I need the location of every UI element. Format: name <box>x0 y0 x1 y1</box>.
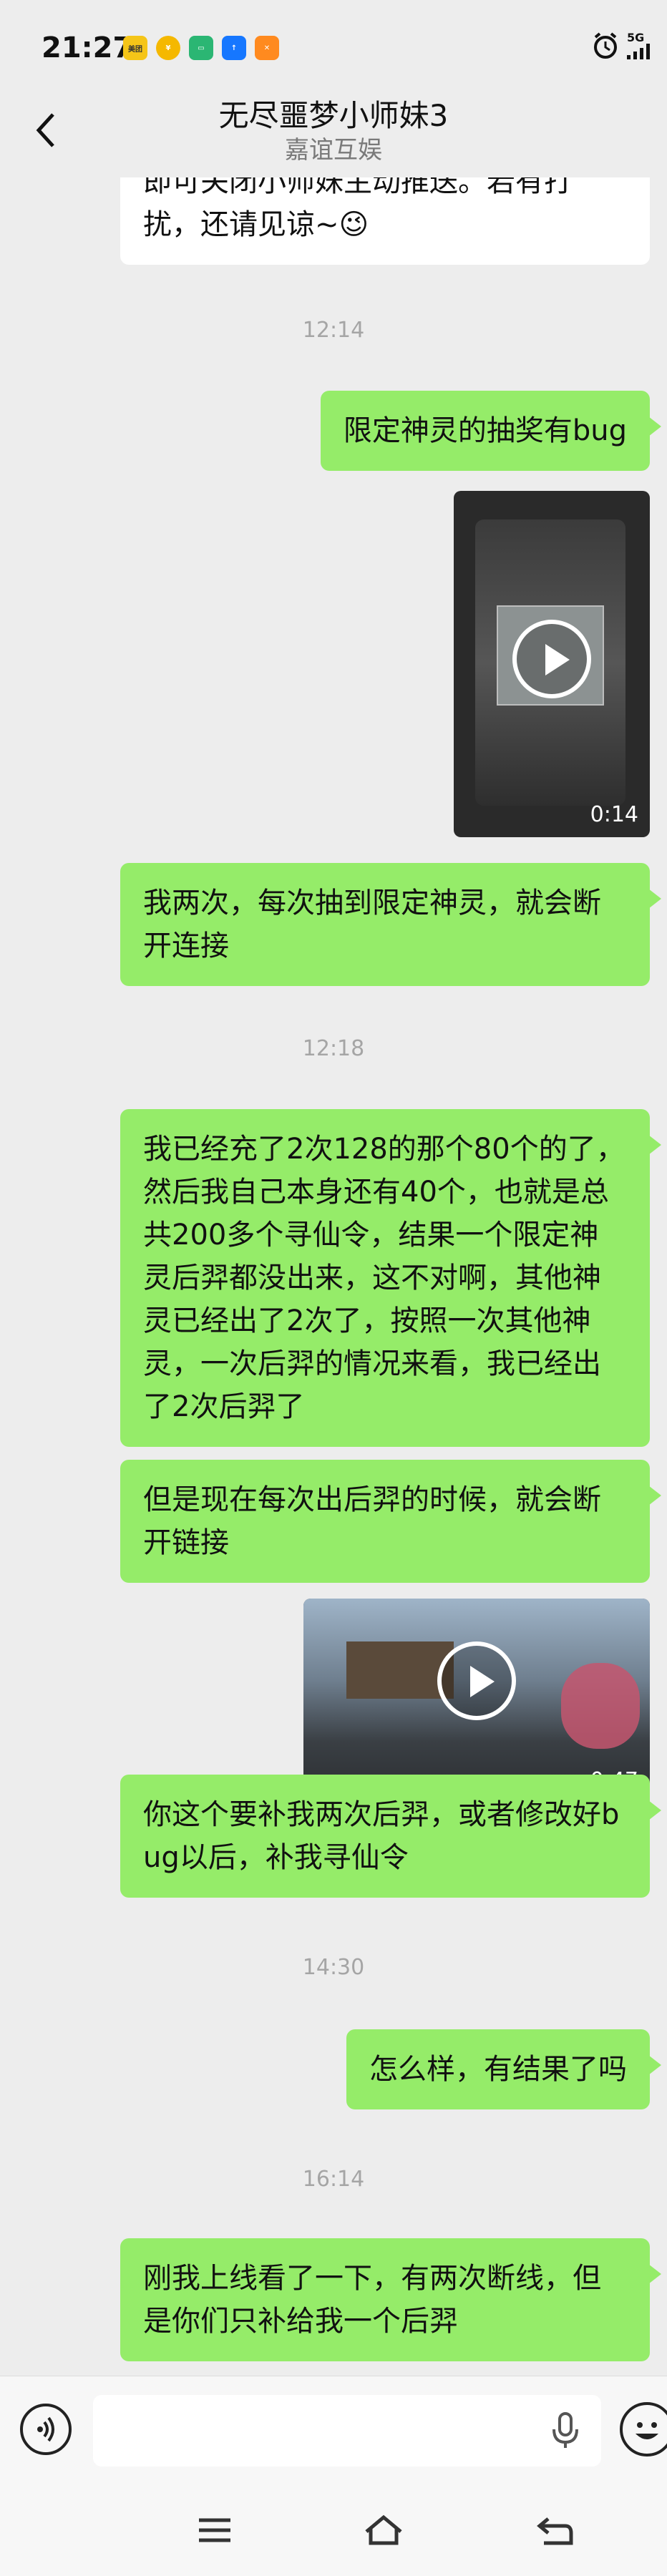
video-duration: 0:14 <box>590 802 638 827</box>
video-thumbnail-tree <box>561 1663 640 1749</box>
message-timestamp: 12:18 <box>302 1036 365 1061</box>
message-timestamp: 14:30 <box>302 1955 365 1980</box>
message-timestamp: 12:14 <box>302 318 365 343</box>
message-text: 你这个要补我两次后羿，或者修改好bug以后，补我寻仙令 <box>143 1798 620 1874</box>
message-list[interactable]: 即可关闭小师妹主动推送。若有打扰，还请见谅~😉 12:14 限定神灵的抽奖有bu… <box>0 177 667 2376</box>
upload-icon: ↑ <box>222 36 246 60</box>
play-icon[interactable] <box>437 1641 516 1720</box>
video-message[interactable]: 0:14 <box>454 491 650 837</box>
message-text: 怎么样，有结果了吗 <box>369 2053 627 2086</box>
menu-icon[interactable] <box>193 2512 236 2549</box>
emoji-button[interactable] <box>620 2402 667 2457</box>
message-bubble-outgoing[interactable]: 我已经充了2次128的那个80个的了，然后我自己本身还有40个，也就是总共200… <box>120 1109 661 1447</box>
message-text: 但是现在每次出后羿的时候，就会断开链接 <box>143 1483 601 1559</box>
status-bar: 21:27 美团 ¥ ▭ ↑ ✕ 5G <box>0 0 667 93</box>
microphone-icon[interactable] <box>551 2412 580 2449</box>
video-message[interactable]: 0:47 <box>303 1599 650 1803</box>
back-nav-icon[interactable] <box>534 2512 577 2549</box>
signal-indicator: 5G <box>627 32 653 59</box>
chat-subtitle: 嘉谊互娱 <box>285 136 382 165</box>
play-icon[interactable] <box>512 620 591 698</box>
message-text: 我两次，每次抽到限定神灵，就会断开连接 <box>143 887 601 962</box>
wallet-icon: ▭ <box>189 36 213 60</box>
chat-title: 无尽噩梦小师妹3 <box>218 98 449 133</box>
home-icon[interactable] <box>362 2512 405 2549</box>
signal-icon <box>627 44 650 59</box>
message-bubble-incoming[interactable]: 即可关闭小师妹主动推送。若有打扰，还请见谅~😉 <box>120 177 650 265</box>
message-timestamp: 16:14 <box>302 2167 365 2192</box>
status-right: 5G <box>591 31 653 60</box>
system-navigation-bar <box>0 2483 667 2576</box>
meituan-icon: 美团 <box>123 36 147 60</box>
tools-icon: ✕ <box>255 36 279 60</box>
alarm-icon <box>594 32 617 59</box>
voice-icon <box>37 2416 54 2442</box>
message-text: 我已经充了2次128的那个80个的了，然后我自己本身还有40个，也就是总共200… <box>143 1133 625 1423</box>
input-bar <box>0 2376 667 2483</box>
message-bubble-outgoing[interactable]: 我两次，每次抽到限定神灵，就会断开连接 <box>120 863 661 986</box>
message-text: 刚我上线看了一下，有两次断线，但是你们只补给我一个后羿 <box>143 2262 601 2338</box>
video-thumbnail-building <box>346 1641 454 1699</box>
message-text: 限定神灵的抽奖有bug <box>343 414 627 447</box>
emoji-icon <box>636 2422 658 2439</box>
message-text: 即可关闭小师妹主动推送。若有打扰，还请见谅~😉 <box>143 177 573 241</box>
message-bubble-outgoing[interactable]: 你这个要补我两次后羿，或者修改好bug以后，补我寻仙令 <box>120 1775 661 1898</box>
status-time: 21:27 <box>42 31 133 64</box>
message-bubble-outgoing[interactable]: 刚我上线看了一下，有两次断线，但是你们只补给我一个后羿 <box>120 2238 661 2361</box>
status-app-icons: 美团 ¥ ▭ ↑ ✕ <box>123 36 279 60</box>
network-type: 5G <box>627 31 645 44</box>
chat-header: 无尽噩梦小师妹3 嘉谊互娱 <box>0 86 667 177</box>
message-bubble-outgoing[interactable]: 怎么样，有结果了吗 <box>346 2029 661 2109</box>
voice-input-button[interactable] <box>20 2404 72 2455</box>
message-bubble-outgoing[interactable]: 但是现在每次出后羿的时候，就会断开链接 <box>120 1460 661 1583</box>
message-input[interactable] <box>93 2395 601 2467</box>
message-bubble-outgoing[interactable]: 限定神灵的抽奖有bug <box>320 391 662 471</box>
coin-icon: ¥ <box>156 36 180 60</box>
